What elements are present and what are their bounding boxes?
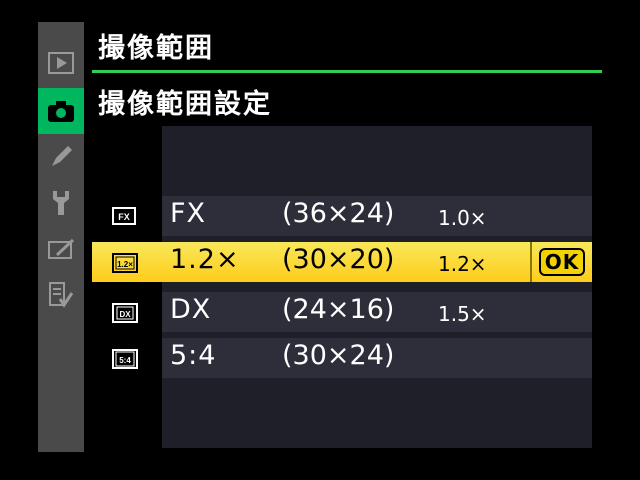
option-name: FX (170, 198, 207, 229)
retouch-icon (48, 238, 75, 259)
1-2x-area-icon: 1.2× (112, 253, 138, 273)
options-panel (162, 126, 592, 448)
option-size: (24×16) (282, 294, 395, 325)
option-name: 5:4 (170, 340, 217, 371)
sidebar (38, 22, 84, 452)
menu-subtitle: 撮像範囲設定 (98, 89, 272, 120)
title-divider (92, 70, 602, 73)
setup-tab[interactable] (38, 180, 84, 226)
page-title: 撮像範囲 (98, 33, 214, 64)
dx-area-icon: DX (112, 303, 138, 323)
option-size: (30×20) (282, 244, 395, 275)
svg-text:5:4: 5:4 (119, 356, 131, 365)
svg-text:1.2×: 1.2× (117, 260, 133, 269)
my-menu-tab[interactable] (38, 272, 84, 318)
option-dx[interactable]: DX DX (24×16) 1.5× (92, 292, 592, 332)
option-5-4[interactable]: 5:4 5:4 (30×24) (92, 338, 592, 378)
svg-text:DX: DX (119, 310, 131, 319)
option-fx[interactable]: FX FX (36×24) 1.0× (92, 196, 592, 236)
option-size: (30×24) (282, 340, 395, 371)
option-name: DX (170, 294, 212, 325)
playback-icon (48, 52, 74, 74)
option-size: (36×24) (282, 198, 395, 229)
my-menu-icon (49, 282, 74, 308)
5-4-area-icon: 5:4 (112, 349, 138, 369)
svg-text:FX: FX (118, 212, 130, 222)
option-ratio: 1.0× (438, 206, 487, 230)
custom-setting-tab[interactable] (38, 134, 84, 180)
option-ratio: 1.5× (438, 302, 487, 326)
option-name: 1.2× (170, 244, 240, 275)
ok-button[interactable]: OK (539, 248, 585, 276)
pencil-icon (52, 146, 72, 166)
option-ratio: 1.2× (438, 252, 487, 276)
shooting-tab[interactable] (38, 88, 84, 134)
retouch-tab[interactable] (38, 226, 84, 272)
wrench-icon (53, 191, 69, 215)
option-1-2x[interactable]: 1.2× 1.2× (30×20) 1.2× OK (92, 242, 592, 282)
fx-area-icon: FX (112, 207, 136, 225)
camera-icon (48, 101, 74, 122)
playback-tab[interactable] (38, 40, 84, 86)
